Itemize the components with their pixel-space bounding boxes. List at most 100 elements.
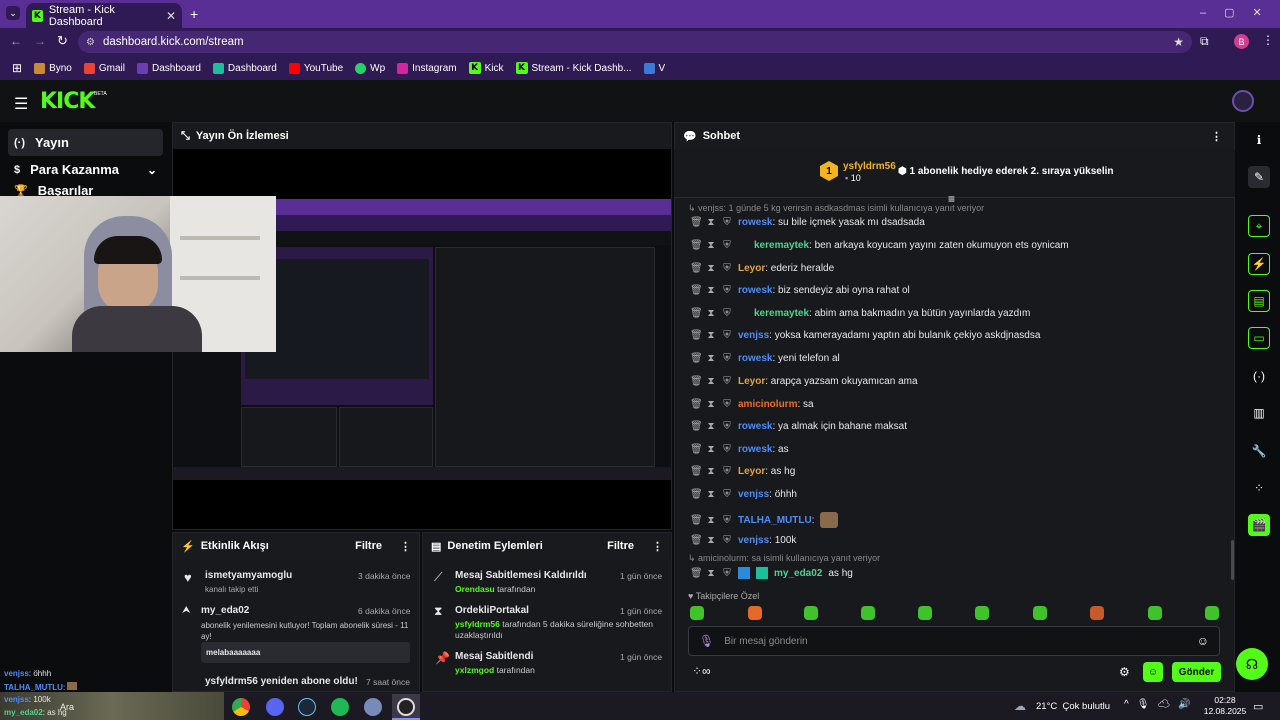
bookmark-stream-kick[interactable]: K Stream - Kick Dashb...: [515, 62, 632, 74]
delete-icon[interactable]: 🗑: [690, 376, 703, 387]
chat-scrollbar[interactable]: [1231, 540, 1234, 580]
chat-message[interactable]: 🗑 ⧗ ⛨ rowesk: biz sendeyiz abi oyna rahat o…: [690, 285, 910, 296]
emote-icon[interactable]: [1205, 606, 1219, 620]
support-headset-icon[interactable]: ☊: [1236, 648, 1268, 680]
user-avatar[interactable]: [1232, 90, 1254, 112]
timeout-icon[interactable]: ⧗: [706, 217, 716, 228]
broadcast-icon[interactable]: (·): [1248, 365, 1270, 387]
chat-message[interactable]: 🗑 ⧗ ⛨ venjss: öhhh: [690, 489, 797, 500]
bookmark-wp[interactable]: Wp: [355, 62, 385, 74]
chat-message[interactable]: 🗑 ⧗ ⛨ Leyor: as hg: [690, 466, 795, 477]
chat-username[interactable]: keremaytek: [754, 240, 809, 251]
chat-message[interactable]: 🗑 ⧗ ⛨ amicinolurm: sa: [690, 399, 814, 410]
lightning-icon[interactable]: ⚡: [1248, 253, 1270, 275]
emote-icon[interactable]: [690, 606, 704, 620]
delete-icon[interactable]: 🗑: [690, 535, 703, 546]
delete-icon[interactable]: 🗑: [690, 217, 703, 228]
ban-icon[interactable]: ⛨: [722, 489, 732, 500]
layers-icon[interactable]: ▥: [1248, 402, 1270, 424]
clipboard-icon[interactable]: ▤: [1248, 290, 1270, 312]
chat-username[interactable]: Leyor: [738, 466, 765, 477]
moderation-filter-button[interactable]: Filtre: [607, 540, 634, 552]
activity-more-icon[interactable]: ⋮: [400, 540, 411, 553]
spotify-icon[interactable]: [331, 698, 349, 716]
microphone-icon[interactable]: 🎙: [699, 634, 714, 648]
clock-time[interactable]: 02:28: [1213, 695, 1237, 706]
notifications-icon[interactable]: ▭: [1253, 700, 1263, 713]
chat-username[interactable]: venjss: [738, 535, 769, 546]
send-button[interactable]: Gönder: [1172, 662, 1221, 682]
hamburger-menu-icon[interactable]: ☰: [14, 94, 28, 114]
chat-username[interactable]: my_eda02: [774, 568, 822, 579]
apps-grid-icon[interactable]: ⊞: [12, 61, 22, 75]
timeout-icon[interactable]: ⧗: [706, 308, 716, 319]
emoji-icon[interactable]: ☺: [1197, 634, 1209, 648]
ban-icon[interactable]: ⛨: [722, 399, 732, 410]
bookmark-instagram[interactable]: Instagram: [397, 62, 457, 74]
activity-filter-button[interactable]: Filtre: [355, 540, 382, 552]
timeout-icon[interactable]: ⧗: [706, 568, 716, 579]
timeout-icon[interactable]: ⧗: [706, 263, 716, 274]
profile-avatar[interactable]: B: [1234, 34, 1249, 49]
bookmark-dashboard-1[interactable]: Dashboard: [136, 62, 201, 74]
chat-username[interactable]: venjss: [738, 330, 769, 341]
menu-icon[interactable]: ⋮: [1262, 33, 1274, 47]
chat-username[interactable]: venjss: [738, 489, 769, 500]
chat-username[interactable]: rowesk: [738, 421, 772, 432]
ban-icon[interactable]: ⛨: [722, 353, 732, 364]
chat-input[interactable]: 🎙 Bir mesaj gönderin ☺: [688, 626, 1220, 656]
chat-username[interactable]: amicinolurm: [738, 399, 797, 410]
delete-icon[interactable]: 🗑: [690, 399, 703, 410]
timeout-icon[interactable]: ⧗: [706, 240, 716, 251]
chat-message[interactable]: 🗑 ⧗ ⛨ rowesk: as: [690, 444, 789, 455]
chat-message[interactable]: 🗑 ⧗ ⛨ my_eda02 as hg: [690, 567, 853, 579]
forward-icon[interactable]: →: [34, 34, 46, 48]
site-info-icon[interactable]: ⚙: [86, 37, 95, 48]
bookmark-dashboard-2[interactable]: Dashboard: [212, 62, 277, 74]
clock-date[interactable]: 12.08.2025: [1201, 706, 1249, 716]
delete-icon[interactable]: 🗑: [690, 466, 703, 477]
timeout-icon[interactable]: ⧗: [706, 444, 716, 455]
ban-icon[interactable]: ⛨: [722, 568, 732, 579]
chevron-down-icon[interactable]: ⌄: [147, 163, 157, 177]
ban-icon[interactable]: ⛨: [722, 308, 732, 319]
points-icon[interactable]: ⁘∞: [692, 664, 711, 678]
chat-username[interactable]: TALHA_MUTLU: [738, 515, 812, 526]
sidebar-item-yayin[interactable]: (·) Yayın: [8, 129, 163, 156]
window-controls[interactable]: –▢✕: [1200, 6, 1280, 19]
tab-list-icon[interactable]: ⌄: [6, 6, 20, 20]
chat-message[interactable]: 🗑 ⧗ ⛨ rowesk: yeni telefon al: [690, 353, 840, 364]
chat-username[interactable]: rowesk: [738, 217, 772, 228]
timeout-icon[interactable]: ⧗: [706, 353, 716, 364]
url-field[interactable]: ⚙ dashboard.kick.com/stream ★: [78, 31, 1192, 53]
bookmark-byno[interactable]: Byno: [34, 62, 72, 74]
ban-icon[interactable]: ⛨: [722, 421, 732, 432]
app-icon[interactable]: [364, 698, 382, 716]
ban-icon[interactable]: ⛨: [722, 330, 732, 341]
chat-username[interactable]: Leyor: [738, 376, 765, 387]
chrome-icon[interactable]: [232, 698, 250, 716]
delete-icon[interactable]: 🗑: [690, 263, 703, 274]
ban-icon[interactable]: ⛨: [722, 217, 732, 228]
quick-emote-icon[interactable]: ☺: [1143, 662, 1163, 682]
timeout-icon[interactable]: ⧗: [706, 535, 716, 546]
ban-icon[interactable]: ⛨: [722, 535, 732, 546]
settings-gear-icon[interactable]: ⚙: [1119, 665, 1130, 679]
wrench-icon[interactable]: 🔧: [1248, 440, 1270, 462]
clapperboard-icon[interactable]: 🎬: [1248, 514, 1270, 536]
emote-icon[interactable]: [975, 606, 989, 620]
discord-icon[interactable]: [266, 698, 284, 716]
ban-icon[interactable]: ⛨: [722, 444, 732, 455]
delete-icon[interactable]: 🗑: [690, 421, 703, 432]
delete-icon[interactable]: 🗑: [690, 240, 703, 251]
chat-message[interactable]: 🗑 ⧗ ⛨ Leyor: ederiz heralde: [690, 263, 834, 274]
chat-username[interactable]: rowesk: [738, 444, 772, 455]
extensions-icon[interactable]: ⧉: [1200, 34, 1209, 49]
chat-more-icon[interactable]: ⋮: [1211, 130, 1222, 143]
emote-icon[interactable]: [1148, 606, 1162, 620]
ban-icon[interactable]: ⛨: [722, 466, 732, 477]
chat-username[interactable]: rowesk: [738, 353, 772, 364]
emote-icon[interactable]: [1090, 606, 1104, 620]
timeout-icon[interactable]: ⧗: [706, 399, 716, 410]
emote-icon[interactable]: [748, 606, 762, 620]
